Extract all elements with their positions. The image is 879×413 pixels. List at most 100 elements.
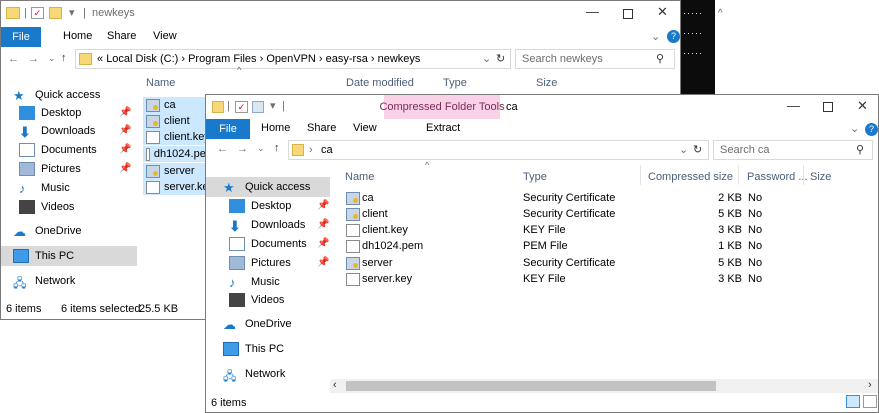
address-dropdown-icon[interactable]: ⌄ [679,143,688,156]
refresh-icon[interactable]: ↻ [693,143,702,156]
sidebar-item-onedrive[interactable]: ☁ OneDrive [206,314,330,334]
back-arrow-icon[interactable]: ← [8,53,19,65]
sidebar-item-pictures[interactable]: Pictures [206,253,330,273]
column-header-name[interactable]: Name [345,171,374,183]
search-icon[interactable]: ⚲ [656,52,664,65]
sidebar-item-this-pc[interactable]: This PC [1,246,137,266]
scrollbar-thumb[interactable] [346,381,716,391]
close-button[interactable]: ✕ [657,4,668,20]
column-header-type[interactable]: Type [523,171,547,183]
sidebar-item-downloads[interactable]: ⬇ Downloads [206,215,330,235]
file-row-server-key[interactable]: server.key KEY File 3 KB No [342,271,762,287]
tab-share[interactable]: Share [107,30,136,42]
breadcrumb-overflow[interactable]: « [97,53,103,65]
sidebar-item-this-pc[interactable]: This PC [206,339,330,359]
search-input[interactable]: Search ca ⚲ [713,140,873,160]
sidebar-item-desktop[interactable]: Desktop [1,103,136,123]
breadcrumb-openvpn[interactable]: OpenVPN [266,53,316,65]
expand-ribbon-icon[interactable]: ⌄ [651,30,660,43]
forward-arrow-icon[interactable]: → [28,53,39,65]
breadcrumb-local-disk[interactable]: Local Disk (C:) [106,53,178,65]
pin-icon[interactable]: 📌 [119,107,131,118]
refresh-icon[interactable]: ↻ [496,52,505,65]
sidebar-item-quick-access[interactable]: ★ Quick access [206,177,330,197]
new-folder-icon[interactable] [49,7,62,19]
recent-locations-icon[interactable]: ⌄ [48,53,56,64]
up-arrow-icon[interactable]: ↑ [61,52,67,64]
search-icon[interactable]: ⚲ [856,143,864,156]
file-row-ca[interactable]: ca Security Certificate 2 KB No [342,190,762,206]
recent-locations-icon[interactable]: ⌄ [257,143,265,154]
sidebar-item-downloads[interactable]: ⬇ Downloads [1,121,136,141]
file-row-client[interactable]: client Security Certificate 5 KB No [342,206,762,222]
maximize-button[interactable] [623,9,633,19]
tab-view[interactable]: View [153,30,177,42]
column-header-password[interactable]: Password ... [747,171,808,183]
pin-icon[interactable]: 📌 [119,144,131,155]
up-arrow-icon[interactable]: ↑ [274,142,280,154]
tab-share[interactable]: Share [307,122,336,134]
address-dropdown-icon[interactable]: ⌄ [482,52,491,65]
tab-home[interactable]: Home [261,122,290,134]
scroll-left-icon[interactable]: ‹ [333,379,337,391]
close-button[interactable]: ✕ [857,98,868,114]
pin-icon[interactable]: 📌 [119,163,131,174]
details-view-icon[interactable] [846,395,860,408]
scroll-right-icon[interactable]: › [868,379,872,391]
file-tab[interactable]: File [1,27,41,47]
sidebar-item-documents[interactable]: Documents [206,234,330,254]
breadcrumb-newkeys[interactable]: newkeys [378,53,421,65]
breadcrumb-ca[interactable]: ca [321,144,333,156]
address-bar[interactable]: « Local Disk (C:) › Program Files › Open… [75,49,511,69]
new-folder-icon[interactable] [252,101,264,113]
file-row-client-key[interactable]: client.key KEY File 3 KB No [342,222,762,238]
sidebar-item-videos[interactable]: Videos [206,290,330,310]
back-arrow-icon[interactable]: ← [217,143,228,155]
pin-icon[interactable]: 📌 [317,257,329,268]
pin-icon[interactable]: 📌 [317,219,329,230]
sidebar-item-desktop[interactable]: Desktop [206,196,330,216]
properties-icon[interactable]: ✓ [31,7,44,19]
sidebar-item-network[interactable]: 🖧 Network [1,271,136,291]
sidebar-item-music[interactable]: ♪ Music [1,178,136,198]
file-row-dh1024[interactable]: dh1024.pem PEM File 1 KB No [342,238,762,254]
pin-icon[interactable]: 📌 [317,238,329,249]
sidebar-item-network[interactable]: 🖧 Network [206,364,330,384]
maximize-button[interactable] [823,102,833,112]
file-tab[interactable]: File [206,119,250,139]
properties-icon[interactable]: ✓ [235,101,248,113]
pin-icon[interactable]: 📌 [317,200,329,211]
search-input[interactable]: Search newkeys ⚲ [515,49,675,69]
horizontal-scrollbar[interactable]: ‹ › [330,379,878,393]
help-icon[interactable]: ? [667,30,680,43]
tab-home[interactable]: Home [63,30,92,42]
minimize-button[interactable]: — [586,4,599,19]
quick-access-dropdown-icon[interactable]: ▾ [69,6,75,19]
breadcrumb-program-files[interactable]: Program Files [188,53,256,65]
sidebar-item-videos[interactable]: Videos [1,197,136,217]
quick-access-dropdown-icon[interactable]: ▾ [270,99,276,112]
scroll-up-icon[interactable]: ^ [718,8,723,19]
tab-view[interactable]: View [353,122,377,134]
large-icons-view-icon[interactable] [863,395,877,408]
sidebar-item-documents[interactable]: Documents [1,140,136,160]
pin-icon[interactable]: 📌 [119,125,131,136]
tab-extract[interactable]: Extract [426,122,460,134]
column-header-size[interactable]: Size [536,77,557,89]
minimize-button[interactable]: — [787,98,800,113]
sidebar-item-music[interactable]: ♪ Music [206,272,330,292]
forward-arrow-icon[interactable]: → [237,143,248,155]
column-header-compressed-size[interactable]: Compressed size [648,171,733,183]
sidebar-item-onedrive[interactable]: ☁ OneDrive [1,221,136,241]
breadcrumb-easy-rsa[interactable]: easy-rsa [326,53,368,65]
help-icon[interactable]: ? [865,123,878,136]
address-bar[interactable]: › ca ⌄ ↻ [288,140,709,160]
column-header-type[interactable]: Type [443,77,467,89]
column-header-size[interactable]: Size [810,171,831,183]
column-header-date[interactable]: Date modified [346,77,414,89]
column-header-name[interactable]: Name [146,77,175,89]
expand-ribbon-icon[interactable]: ⌄ [850,122,859,135]
sidebar-item-quick-access[interactable]: ★ Quick access [1,85,136,105]
sidebar-item-pictures[interactable]: Pictures [1,159,136,179]
file-row-server[interactable]: server Security Certificate 5 KB No [342,255,762,271]
